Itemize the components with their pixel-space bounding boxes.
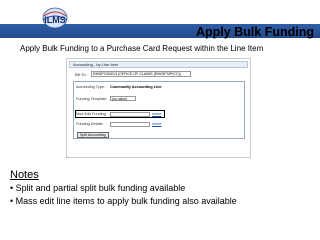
funding-details-field[interactable] xyxy=(110,122,150,127)
funding-details-select-link[interactable]: select xyxy=(152,122,161,126)
bulk-funding-select-link[interactable]: select xyxy=(152,112,161,116)
accounting-type-label: Accounting Type: xyxy=(76,85,106,89)
notes-title: Notes xyxy=(10,169,39,181)
split-accounting-button[interactable]: Split Accounting xyxy=(77,132,109,138)
logo-tagline: Acquisition for the Department of State xyxy=(4,53,63,57)
notes-bullet: • Mass edit line items to apply bulk fun… xyxy=(10,196,237,206)
section-header-label: Accounting - by Line Item xyxy=(73,62,119,67)
bulk-funding-field[interactable] xyxy=(110,112,150,117)
bill-to-label: Bill To: xyxy=(75,72,87,77)
ilms-logo: ILMS xyxy=(42,7,68,29)
svg-text:ILMS: ILMS xyxy=(44,15,66,25)
page-title: Apply Bulk Funding xyxy=(195,25,314,39)
funding-details-label: Funding Details: xyxy=(76,122,104,126)
screenshot-inset: Accounting - by Line Item Bill To: RMGPO… xyxy=(66,58,251,158)
notes-bullet-text: Split and partial split bulk funding ava… xyxy=(15,183,186,193)
section-header: Accounting - by Line Item xyxy=(69,61,248,68)
notes-bullet: • Split and partial split bulk funding a… xyxy=(10,183,186,193)
accounting-type-value: Commodity Accounting Line xyxy=(110,85,162,89)
bill-to-select[interactable]: RMGPOS4013 (OFFICE OF CLAIMS (RM/GFS/P/C… xyxy=(91,71,191,77)
funding-template-label: Funding Template: xyxy=(76,97,108,101)
accounting-panel: Accounting Type: Commodity Accounting Li… xyxy=(73,81,245,139)
slide-subtitle: Apply Bulk Funding to a Purchase Card Re… xyxy=(20,44,264,53)
header: Acquisition for the Department of State … xyxy=(0,0,320,57)
funding-template-select[interactable]: (no value) xyxy=(110,96,136,101)
bulk-funding-label: Mod Edit Funding xyxy=(76,112,106,116)
notes-bullet-text: Mass edit line items to apply bulk fundi… xyxy=(15,196,237,206)
